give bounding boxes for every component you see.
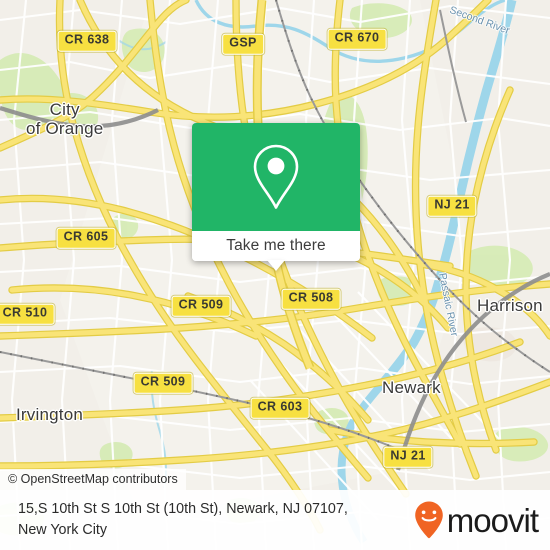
take-me-there-button[interactable]: Take me there [192, 231, 360, 261]
osm-attribution[interactable]: © OpenStreetMap contributors [0, 469, 186, 490]
map-canvas[interactable]: City of Orange Irvington Newark Harrison… [0, 0, 550, 550]
footer-bar: 15,S 10th St S 10th St (10th St), Newark… [0, 490, 550, 550]
moovit-smiley-pin-icon [414, 501, 443, 539]
location-popup-card[interactable]: Take me there [192, 123, 360, 271]
address-line-2: New York City [18, 522, 107, 538]
popup-pointer-tail [267, 260, 285, 271]
shield-cr-509b[interactable]: CR 509 [133, 372, 193, 394]
shield-cr-509a[interactable]: CR 509 [171, 295, 231, 317]
map-screenshot: City of Orange Irvington Newark Harrison… [0, 0, 550, 550]
shield-cr-605[interactable]: CR 605 [56, 227, 116, 249]
address-block: 15,S 10th St S 10th St (10th St), Newark… [18, 499, 348, 540]
moovit-logo[interactable]: moovit [414, 500, 539, 540]
shield-cr-638[interactable]: CR 638 [57, 30, 117, 52]
map-vector-layer [0, 0, 550, 550]
moovit-wordmark: moovit [446, 501, 539, 539]
shield-cr-670[interactable]: CR 670 [327, 28, 387, 50]
shield-gsp[interactable]: GSP [222, 33, 264, 55]
shield-nj-21[interactable]: NJ 21 [427, 195, 477, 217]
shield-nj-21b[interactable]: NJ 21 [383, 446, 433, 468]
shield-cr-508[interactable]: CR 508 [281, 288, 341, 310]
shield-cr-510[interactable]: CR 510 [0, 303, 55, 325]
take-me-there-label: Take me there [226, 237, 326, 254]
location-pin-icon [253, 144, 299, 209]
popup-pin-area [192, 123, 360, 231]
address-line-1: 15,S 10th St S 10th St (10th St), Newark… [18, 501, 348, 518]
shield-cr-603[interactable]: CR 603 [250, 397, 310, 419]
